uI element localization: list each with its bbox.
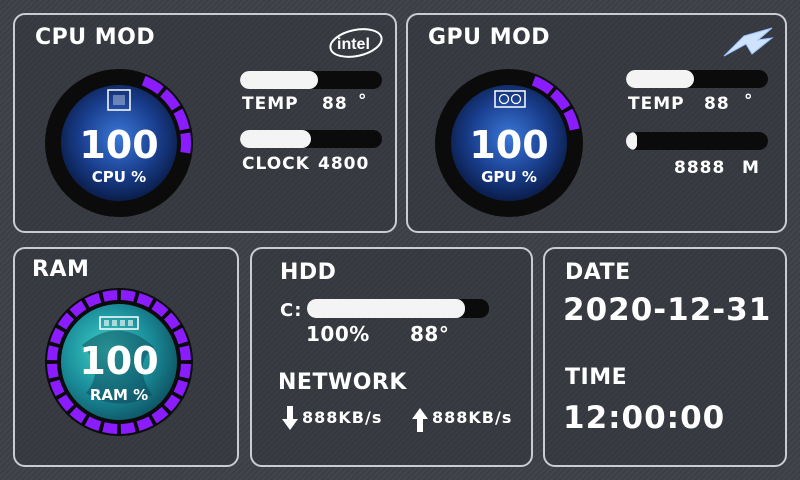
gauge-segment	[179, 345, 191, 361]
gpu-memory-unit: M	[742, 158, 760, 178]
intel-logo: intel	[328, 28, 384, 58]
cpu-temp-bar	[240, 71, 382, 89]
upload-arrow-icon	[412, 408, 428, 432]
rog-logo-icon	[722, 26, 774, 58]
gpu-title: GPU MOD	[428, 25, 551, 50]
hdd-usage-text: 100%	[306, 322, 370, 346]
cpu-temp-unit: °	[358, 91, 368, 111]
gauge-segment	[120, 422, 136, 434]
gpu-memory-bar	[626, 132, 768, 150]
gpu-gauge-label: GPU %	[481, 168, 537, 186]
hdd-usage-bar	[307, 299, 489, 318]
gpu-temp-label: TEMP	[628, 94, 685, 114]
gpu-temp-bar	[626, 70, 768, 88]
cpu-clock-bar	[240, 130, 382, 148]
date-value: 2020-12-31	[563, 292, 772, 328]
gpu-temp-bar-fill	[626, 70, 695, 88]
gpu-memory-value: 8888	[674, 158, 726, 178]
date-label: DATE	[565, 260, 631, 285]
hdd-usage-bar-fill	[307, 299, 466, 318]
network-upload-rate: 888KB/s	[432, 408, 513, 427]
gauge-segment	[47, 345, 59, 361]
gpu-gauge: 100 GPU %	[432, 66, 587, 221]
gpu-gauge-value: 100	[469, 123, 548, 167]
intel-logo-text: intel	[337, 36, 370, 53]
cpu-temp-bar-fill	[240, 71, 319, 89]
gpu-temp-unit: °	[744, 91, 754, 111]
cpu-clock-value: 4800	[318, 154, 370, 174]
cpu-clock-bar-fill	[240, 130, 311, 148]
gauge-segment	[180, 132, 192, 154]
cpu-temp-label: TEMP	[242, 94, 299, 114]
network-download-rate: 888KB/s	[302, 408, 383, 427]
ram-gauge-label: RAM %	[90, 386, 148, 404]
gauge-segment	[179, 363, 191, 379]
ram-title: RAM	[32, 257, 90, 282]
cpu-clock-label: CLOCK	[242, 154, 310, 174]
gauge-segment	[102, 422, 118, 434]
gpu-temp-value: 88	[704, 94, 730, 114]
ram-gauge: 100 RAM %	[42, 285, 197, 440]
cpu-gauge: 100 CPU %	[42, 66, 197, 221]
cpu-title: CPU MOD	[35, 25, 156, 50]
network-title: NETWORK	[278, 370, 407, 395]
hdd-temp-text: 88°	[410, 322, 450, 346]
cpu-gauge-value: 100	[79, 123, 158, 167]
gauge-segment	[102, 290, 118, 302]
time-value: 12:00:00	[563, 400, 726, 436]
gpu-memory-bar-fill	[626, 132, 638, 150]
ram-gauge-value: 100	[79, 339, 158, 383]
gauge-segment	[47, 363, 59, 379]
gauge-segment	[120, 290, 136, 302]
hdd-drive-label: C:	[280, 300, 303, 321]
hdd-title: HDD	[280, 260, 337, 285]
time-label: TIME	[565, 365, 628, 390]
cpu-temp-value: 88	[322, 94, 348, 114]
download-arrow-icon	[282, 406, 298, 430]
cpu-gauge-label: CPU %	[92, 168, 146, 186]
